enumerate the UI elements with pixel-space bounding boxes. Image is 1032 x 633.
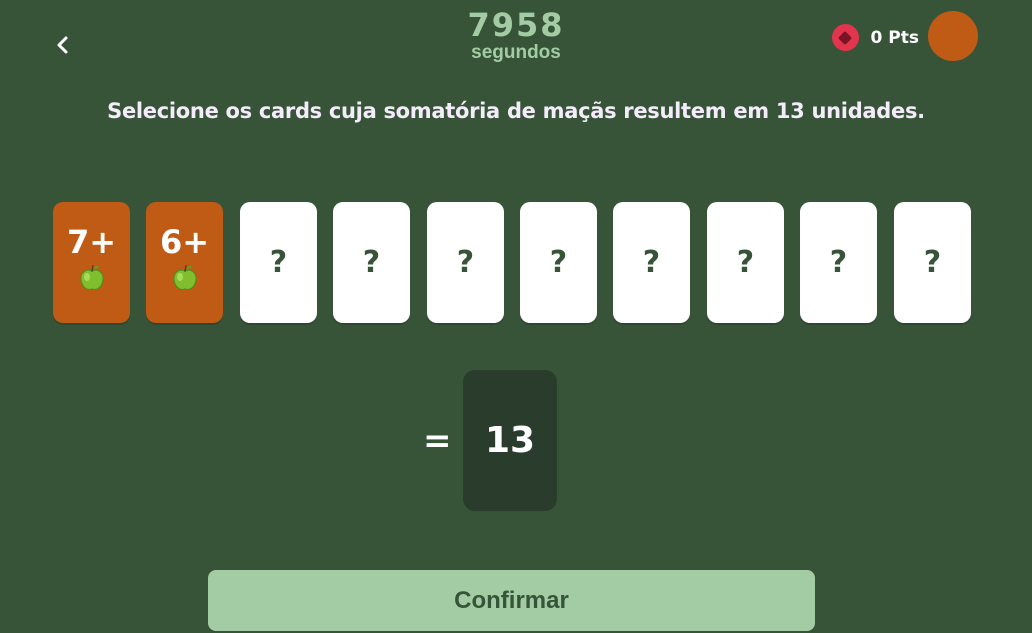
hidden-card-mark: ? (923, 245, 942, 280)
card-9[interactable]: ? (800, 202, 877, 323)
points-display: 0 Pts (831, 24, 919, 51)
equals-sign: = (423, 421, 452, 461)
points-label: 0 Pts (870, 27, 919, 48)
hidden-card-mark: ? (456, 245, 475, 280)
hidden-card-mark: ? (829, 245, 848, 280)
card-3[interactable]: ? (240, 202, 317, 323)
card-10[interactable]: ? (894, 202, 971, 323)
card-value: 7+ (66, 222, 117, 261)
card-4[interactable]: ? (333, 202, 410, 323)
instruction-text: Selecione os cards cuja somatória de maç… (107, 99, 925, 123)
card-value: 6+ (159, 222, 210, 261)
card-2[interactable]: 6+ (146, 202, 223, 323)
card-8[interactable]: ? (707, 202, 784, 323)
hidden-card-mark: ? (269, 245, 288, 280)
green-apple-icon (172, 264, 197, 290)
avatar[interactable] (928, 11, 978, 61)
confirm-button[interactable]: Confirmar (208, 570, 815, 631)
hidden-card-mark: ? (362, 245, 381, 280)
target-sum-box: 13 (463, 370, 557, 511)
confirm-label: Confirmar (454, 586, 569, 614)
card-7[interactable]: ? (613, 202, 690, 323)
green-apple-icon (79, 264, 104, 290)
hidden-card-mark: ? (549, 245, 568, 280)
target-sum-value: 13 (484, 420, 536, 461)
card-1[interactable]: 7+ (53, 202, 130, 323)
gem-icon (831, 24, 859, 51)
card-6[interactable]: ? (520, 202, 597, 323)
hidden-card-mark: ? (642, 245, 661, 280)
hidden-card-mark: ? (736, 245, 755, 280)
game-screen: 7958 segundos 0 Pts Selecione os cards c… (0, 0, 1032, 633)
card-5[interactable]: ? (427, 202, 504, 323)
